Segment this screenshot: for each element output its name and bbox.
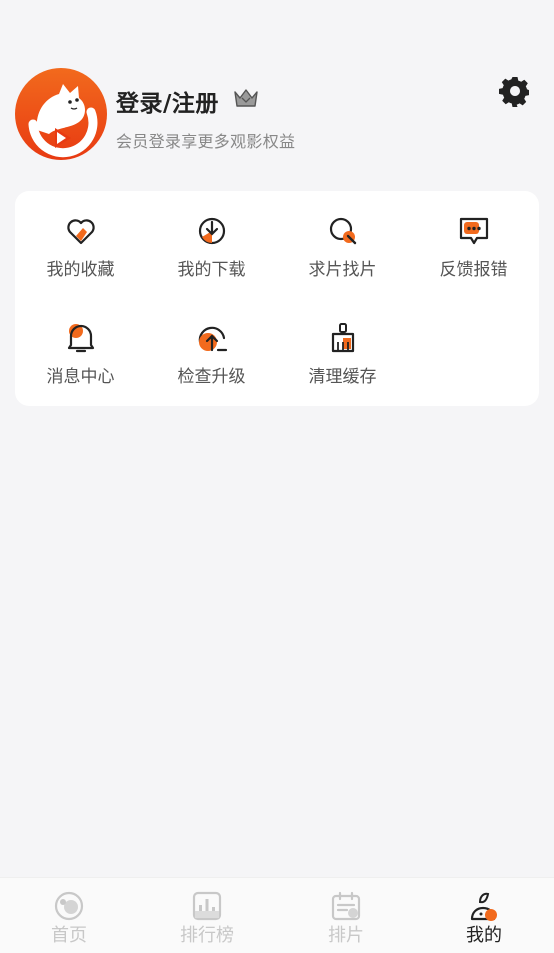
- menu-item-upgrade[interactable]: 检查升级: [146, 298, 277, 388]
- menu-item-clear-cache[interactable]: 清理缓存: [277, 298, 408, 388]
- broom-icon: [327, 322, 359, 354]
- menu-item-label: 我的下载: [177, 260, 246, 280]
- nav-tab-home[interactable]: 首页: [0, 878, 138, 953]
- profile-screen: 登录/注册 会员登录享更多观影权益 我的收藏 我的下载 求片找片 反馈报错 消息…: [0, 0, 554, 953]
- feature-menu-card: 我的收藏 我的下载 求片找片 反馈报错 消息中心 检查升级 清理缓存: [15, 191, 539, 406]
- bell-icon: [65, 322, 97, 354]
- calendar-icon: [331, 891, 361, 921]
- nav-label: 我的: [466, 925, 502, 946]
- settings-button[interactable]: [499, 75, 531, 107]
- upgrade-icon: [196, 322, 228, 354]
- gear-icon: [499, 77, 529, 107]
- nav-label: 排片: [328, 925, 364, 946]
- profile-icon: [469, 891, 499, 921]
- crown-icon: [233, 87, 259, 109]
- menu-item-label: 检查升级: [177, 367, 246, 387]
- avatar[interactable]: [15, 68, 107, 160]
- login-register-link[interactable]: 登录/注册: [116, 84, 219, 118]
- bottom-nav: 首页 排行榜 排片 我的: [0, 877, 554, 953]
- feedback-icon: [458, 215, 490, 247]
- menu-item-label: 清理缓存: [308, 367, 377, 387]
- home-icon: [54, 891, 84, 921]
- nav-tab-schedule[interactable]: 排片: [277, 878, 415, 953]
- heart-icon: [65, 215, 97, 247]
- download-icon: [196, 215, 228, 247]
- menu-item-messages[interactable]: 消息中心: [15, 298, 146, 388]
- menu-item-downloads[interactable]: 我的下载: [146, 191, 277, 281]
- cat-logo-icon: [28, 84, 98, 158]
- search-icon: [327, 215, 359, 247]
- menu-item-label: 反馈报错: [439, 260, 508, 280]
- menu-item-favorites[interactable]: 我的收藏: [15, 191, 146, 281]
- nav-label: 排行榜: [180, 925, 234, 946]
- nav-tab-ranking[interactable]: 排行榜: [138, 878, 276, 953]
- menu-item-request[interactable]: 求片找片: [277, 191, 408, 281]
- menu-item-feedback[interactable]: 反馈报错: [408, 191, 539, 281]
- profile-header: 登录/注册 会员登录享更多观影权益: [15, 67, 539, 161]
- nav-label: 首页: [51, 925, 87, 946]
- member-subtitle: 会员登录享更多观影权益: [116, 132, 296, 151]
- nav-tab-mine[interactable]: 我的: [415, 878, 553, 953]
- menu-item-label: 我的收藏: [46, 260, 115, 280]
- ranking-icon: [192, 891, 222, 921]
- menu-item-label: 求片找片: [308, 260, 377, 280]
- menu-item-label: 消息中心: [46, 367, 115, 387]
